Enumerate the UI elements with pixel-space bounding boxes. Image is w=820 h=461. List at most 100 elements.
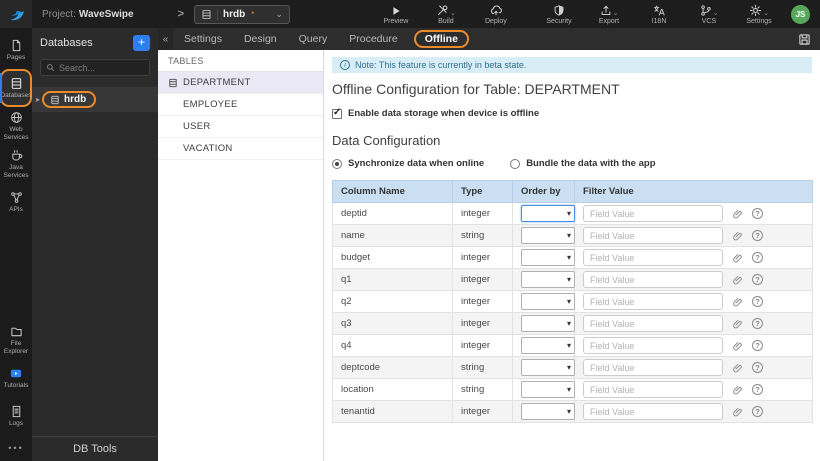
select-caret-icon: ▾ — [566, 209, 571, 218]
config-table-row: q2 integer ▾ ? — [332, 290, 813, 313]
order-by-select[interactable]: ▾ — [521, 249, 575, 266]
database-item-hrdb[interactable]: ▸ hrdb — [32, 87, 158, 112]
bind-variable-link-icon[interactable] — [732, 340, 743, 351]
table-item-user[interactable]: USER — [158, 116, 323, 138]
help-icon[interactable]: ? — [752, 296, 763, 307]
chevron-down-icon: ⌄ — [612, 9, 619, 17]
databases-panel: Databases + Search... ▸ hrdb DB Tools — [32, 28, 158, 461]
tab-settings[interactable]: Settings — [173, 28, 233, 50]
sidebar-item-java-services[interactable]: Java Services — [0, 145, 32, 183]
deploy-button[interactable]: Deploy — [478, 4, 514, 25]
bind-variable-link-icon[interactable] — [732, 274, 743, 285]
config-table-row: deptid integer ▾ ? — [332, 202, 813, 225]
help-icon[interactable]: ? — [752, 340, 763, 351]
filter-value-input[interactable] — [583, 227, 723, 244]
database-selector-dropdown[interactable]: hrdb * ⌄ — [194, 4, 290, 24]
bind-variable-link-icon[interactable] — [732, 384, 743, 395]
export-button[interactable]: ⌄ Export — [591, 4, 627, 25]
filter-value-input[interactable] — [583, 293, 723, 310]
enable-offline-checkbox[interactable]: ✓ — [332, 107, 342, 119]
order-by-select[interactable]: ▾ — [521, 293, 575, 310]
filter-value-input[interactable] — [583, 403, 723, 420]
help-icon[interactable]: ? — [752, 318, 763, 329]
database-icon — [51, 95, 59, 104]
app-logo[interactable] — [0, 0, 32, 28]
vcs-button[interactable]: ⌄ VCS — [691, 4, 727, 25]
help-icon[interactable]: ? — [752, 384, 763, 395]
order-by-select[interactable]: ▾ — [521, 337, 575, 354]
help-icon[interactable]: ? — [752, 208, 763, 219]
i18n-button[interactable]: I18N — [641, 4, 677, 25]
column-name-cell: q4 — [332, 334, 453, 357]
help-icon[interactable]: ? — [752, 230, 763, 241]
sidebar-item-databases[interactable]: Databases — [0, 69, 32, 107]
save-floppy-icon — [799, 33, 810, 45]
settings-button[interactable]: ⌄ Settings — [741, 4, 777, 25]
table-item-department[interactable]: DEPARTMENT — [158, 72, 323, 94]
bind-variable-link-icon[interactable] — [732, 318, 743, 329]
order-by-select[interactable]: ▾ — [521, 403, 575, 420]
order-by-select[interactable]: ▾ — [521, 205, 575, 222]
add-database-button[interactable]: + — [133, 35, 150, 51]
help-icon[interactable]: ? — [752, 362, 763, 373]
filter-value-input[interactable] — [583, 271, 723, 288]
info-icon: i — [340, 60, 350, 70]
help-icon[interactable]: ? — [752, 406, 763, 417]
tab-procedure[interactable]: Procedure — [338, 28, 408, 50]
preview-button[interactable]: Preview — [378, 4, 414, 25]
sidebar-item-web-services[interactable]: Web Services — [0, 107, 32, 145]
config-table-row: location string ▾ ? — [332, 378, 813, 401]
order-by-select[interactable]: ▾ — [521, 381, 575, 398]
sidebar-overflow-button[interactable]: ••• — [0, 435, 32, 461]
security-button[interactable]: Security — [541, 4, 577, 25]
bind-variable-link-icon[interactable] — [732, 252, 743, 263]
content-area: « Settings Design Query Procedure Offlin… — [158, 28, 820, 461]
tab-query[interactable]: Query — [288, 28, 339, 50]
db-tools-button[interactable]: DB Tools — [32, 436, 158, 461]
bind-variable-link-icon[interactable] — [732, 208, 743, 219]
enable-offline-checkbox-row[interactable]: ✓ Enable data storage when device is off… — [332, 107, 812, 119]
bind-variable-link-icon[interactable] — [732, 296, 743, 307]
order-by-select[interactable]: ▾ — [521, 271, 575, 288]
user-avatar[interactable]: JS — [791, 4, 810, 24]
filter-value-input[interactable] — [583, 359, 723, 376]
sidebar-item-logs[interactable]: Logs — [0, 397, 32, 435]
table-item-employee[interactable]: EMPLOYEE — [158, 94, 323, 116]
order-by-select[interactable]: ▾ — [521, 315, 575, 332]
help-icon[interactable]: ? — [752, 252, 763, 263]
save-button[interactable] — [798, 33, 811, 46]
bundle-radio[interactable] — [510, 158, 521, 169]
build-button[interactable]: ⌄ Build — [428, 4, 464, 25]
section-title: Data Configuration — [332, 133, 441, 148]
synchronize-radio[interactable] — [332, 158, 342, 169]
order-by-select[interactable]: ▾ — [521, 227, 575, 244]
sidebar-item-pages[interactable]: Pages — [0, 31, 32, 69]
note-text: Note: This feature is currently in beta … — [355, 60, 527, 70]
select-caret-icon: ▾ — [566, 319, 571, 328]
collapse-panel-button[interactable]: « — [158, 28, 173, 50]
filter-value-input[interactable] — [583, 381, 723, 398]
sidebar-item-tutorials[interactable]: Tutorials — [0, 359, 32, 397]
filter-value-input[interactable] — [583, 337, 723, 354]
tab-offline[interactable]: Offline — [413, 30, 469, 48]
bind-variable-link-icon[interactable] — [732, 406, 743, 417]
expander-icon[interactable]: ▸ — [36, 95, 40, 104]
help-icon[interactable]: ? — [752, 274, 763, 285]
filter-value-input[interactable] — [583, 315, 723, 332]
tab-design[interactable]: Design — [233, 28, 288, 50]
bind-variable-link-icon[interactable] — [732, 362, 743, 373]
bind-variable-link-icon[interactable] — [732, 230, 743, 241]
database-search-input[interactable]: Search... — [40, 59, 150, 76]
table-item-vacation[interactable]: VACATION — [158, 138, 323, 160]
sidebar-item-file-explorer[interactable]: File Explorer — [0, 321, 32, 359]
order-by-select[interactable]: ▾ — [521, 359, 575, 376]
sidebar-item-apis[interactable]: APIs — [0, 183, 32, 221]
type-cell: string — [452, 356, 513, 379]
filter-value-input[interactable] — [583, 205, 723, 222]
select-caret-icon: ▾ — [566, 297, 571, 306]
tables-panel-header: TABLES — [158, 50, 323, 72]
filter-value-input[interactable] — [583, 249, 723, 266]
select-caret-icon: ▾ — [566, 407, 571, 416]
tables-panel: TABLES DEPARTMENT EMPLOYEE USER VACATION — [158, 50, 324, 461]
selected-database: hrdb — [223, 8, 246, 20]
